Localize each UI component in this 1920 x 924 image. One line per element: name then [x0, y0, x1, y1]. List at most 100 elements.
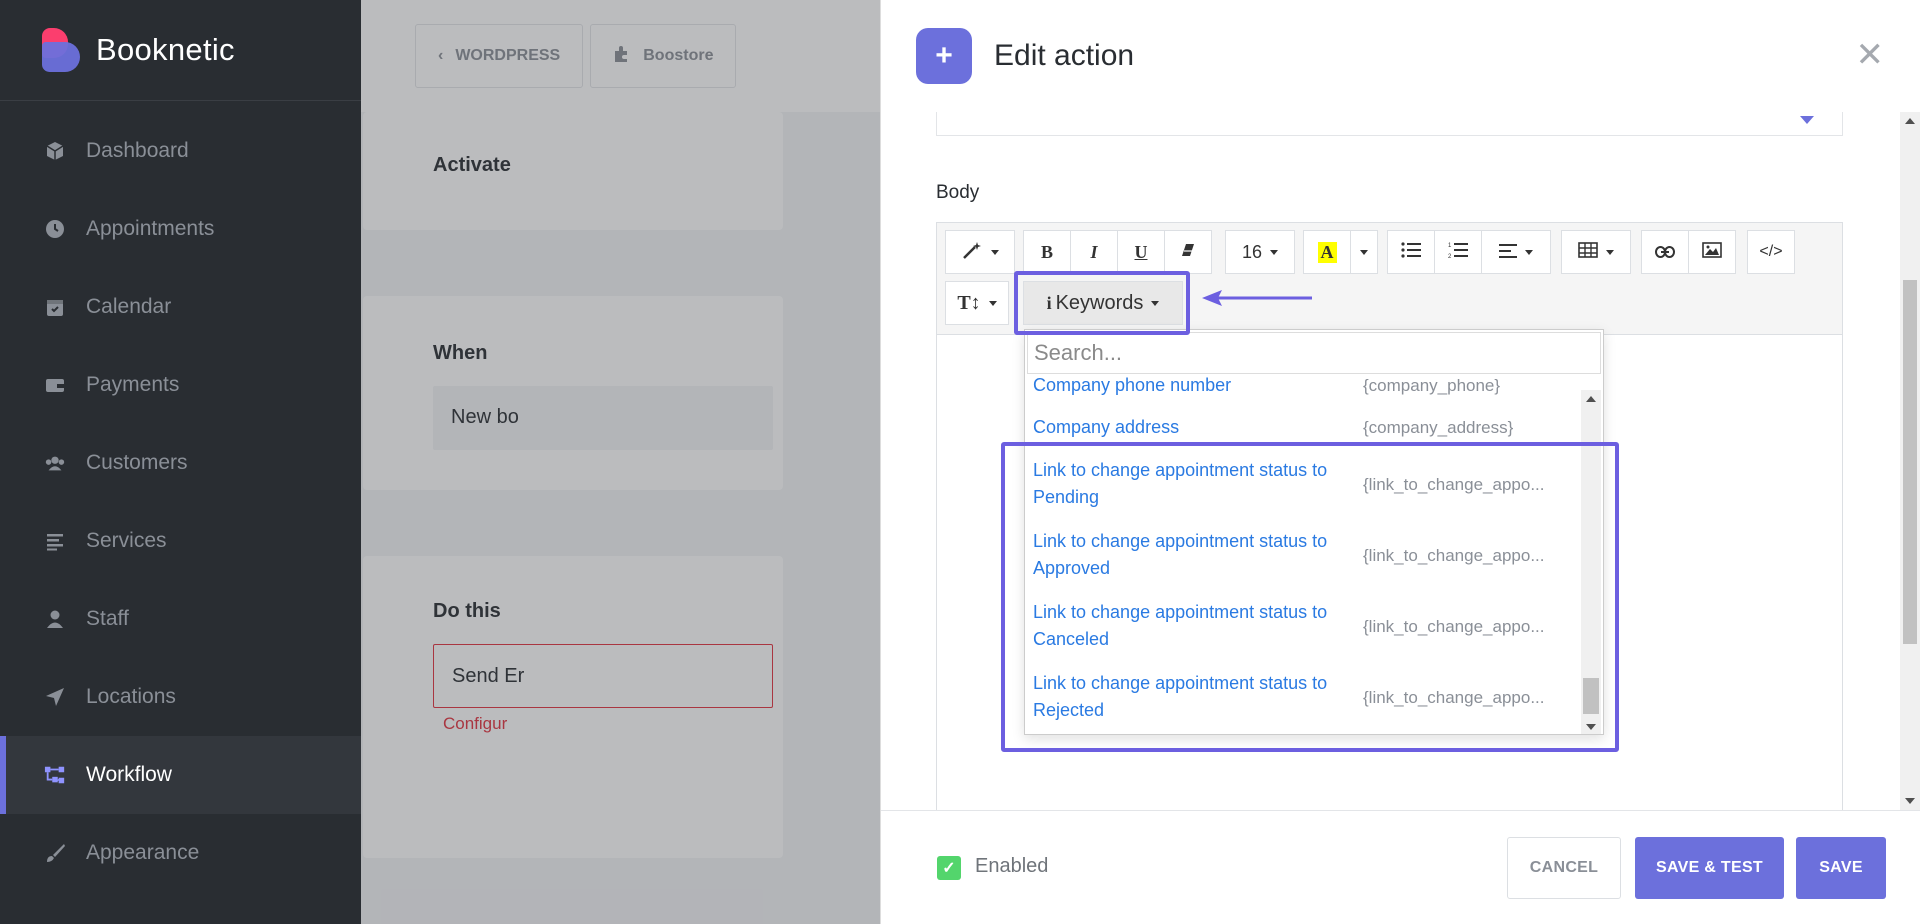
- underline-icon: U: [1134, 241, 1148, 262]
- italic-icon: I: [1090, 241, 1098, 262]
- style-magic-button[interactable]: [945, 230, 1015, 274]
- wallet-icon: [44, 374, 66, 396]
- sidebar-item-staff[interactable]: Staff: [0, 580, 361, 658]
- unordered-list-icon: [1401, 241, 1421, 263]
- sidebar-item-label: Appearance: [86, 841, 200, 864]
- svg-text:1: 1: [1448, 243, 1452, 249]
- sidebar: Booknetic Dashboard Appointments Calenda…: [0, 0, 361, 924]
- table-icon: [1578, 241, 1598, 263]
- clock-icon: [44, 218, 66, 240]
- ordered-list-button[interactable]: 12: [1434, 230, 1482, 274]
- enabled-label: Enabled: [975, 855, 1049, 877]
- keyword-item[interactable]: Company address {company_address}: [1033, 414, 1573, 441]
- caret-down-icon: [1270, 249, 1279, 255]
- caret-down-icon: [1360, 249, 1368, 255]
- save-and-test-button[interactable]: SAVE & TEST: [1635, 837, 1784, 899]
- sidebar-item-label: Dashboard: [86, 139, 189, 162]
- users-icon: [44, 452, 66, 474]
- link-icon: [1655, 242, 1675, 263]
- sidebar-item-payments[interactable]: Payments: [0, 346, 361, 424]
- modal-title: Edit action: [994, 39, 1135, 72]
- cancel-button[interactable]: CANCEL: [1507, 837, 1621, 899]
- close-icon[interactable]: ✕: [1856, 38, 1885, 72]
- location-arrow-icon: [44, 686, 66, 708]
- sidebar-item-services[interactable]: Services: [0, 502, 361, 580]
- text-color-button[interactable]: A: [1303, 230, 1351, 274]
- image-button[interactable]: [1688, 230, 1736, 274]
- image-icon: [1702, 241, 1722, 263]
- user-icon: [44, 608, 66, 630]
- sidebar-item-customers[interactable]: Customers: [0, 424, 361, 502]
- brand-name: Booknetic: [96, 32, 235, 67]
- eraser-button[interactable]: [1164, 230, 1212, 274]
- sidebar-item-workflow[interactable]: Workflow: [0, 736, 361, 814]
- calendar-icon: [44, 296, 66, 318]
- save-button[interactable]: SAVE: [1796, 837, 1886, 899]
- brand[interactable]: Booknetic: [0, 0, 361, 101]
- unordered-list-button[interactable]: [1387, 230, 1435, 274]
- text-height-button[interactable]: T↕: [945, 281, 1009, 325]
- caret-down-icon: [1800, 116, 1814, 124]
- align-button[interactable]: [1481, 230, 1551, 274]
- sidebar-item-label: Payments: [86, 373, 180, 396]
- status-links-highlight-box: [1001, 442, 1619, 752]
- ordered-list-icon: 12: [1448, 241, 1468, 264]
- scrollbar-thumb[interactable]: [1903, 280, 1917, 644]
- scroll-up-icon[interactable]: [1586, 396, 1596, 402]
- enabled-checkbox[interactable]: ✓: [937, 856, 961, 880]
- bold-button[interactable]: B: [1023, 230, 1071, 274]
- caret-down-icon: [1606, 249, 1614, 255]
- keyword-name: Company phone number: [1033, 376, 1232, 395]
- brand-logo: [42, 28, 80, 72]
- keyword-item[interactable]: Company phone number {company_phone}: [1033, 376, 1573, 399]
- font-size-button[interactable]: 16: [1225, 230, 1295, 274]
- workflow-icon: [44, 764, 66, 786]
- code-view-button[interactable]: </>: [1747, 230, 1795, 274]
- sidebar-item-label: Appointments: [86, 217, 215, 240]
- keyword-code: {company_phone}: [1363, 376, 1501, 395]
- code-icon: </>: [1759, 243, 1783, 260]
- keyword-search-input[interactable]: [1027, 332, 1601, 374]
- caret-down-icon: [988, 300, 997, 306]
- sidebar-item-label: Calendar: [86, 295, 172, 318]
- sidebar-item-label: Locations: [86, 685, 176, 708]
- keyword-name: Company address: [1033, 417, 1180, 437]
- sidebar-item-appearance[interactable]: Appearance: [0, 814, 361, 892]
- keywords-highlight-box: [1014, 271, 1190, 335]
- sidebar-item-label: Workflow: [86, 763, 172, 786]
- caret-down-icon: [991, 249, 999, 255]
- italic-button[interactable]: I: [1070, 230, 1118, 274]
- bold-icon: B: [1040, 241, 1053, 262]
- underline-button[interactable]: U: [1117, 230, 1165, 274]
- previous-select[interactable]: [936, 112, 1843, 136]
- sidebar-item-label: Customers: [86, 451, 188, 474]
- brush-icon: [44, 842, 66, 864]
- sidebar-item-dashboard[interactable]: Dashboard: [0, 112, 361, 190]
- sidebar-item-label: Services: [86, 529, 167, 552]
- align-left-icon: [1499, 242, 1517, 263]
- sidebar-item-calendar[interactable]: Calendar: [0, 268, 361, 346]
- table-button[interactable]: [1561, 230, 1631, 274]
- sidebar-item-label: Staff: [86, 607, 129, 630]
- eraser-icon: [1180, 242, 1196, 263]
- sidebar-item-appointments[interactable]: Appointments: [0, 190, 361, 268]
- arrow-left-icon: [1202, 290, 1312, 306]
- modal-scrollbar[interactable]: [1900, 112, 1920, 810]
- caret-down-icon: [1525, 249, 1533, 255]
- list-icon: [44, 530, 66, 552]
- svg-text:2: 2: [1448, 254, 1452, 259]
- check-icon: ✓: [942, 860, 956, 877]
- body-label: Body: [936, 182, 980, 203]
- text-height-icon: T↕: [957, 291, 981, 314]
- scroll-up-icon[interactable]: [1905, 118, 1915, 124]
- text-color-icon: A: [1317, 241, 1337, 263]
- sidebar-item-locations[interactable]: Locations: [0, 658, 361, 736]
- sidebar-nav: Dashboard Appointments Calendar Payments…: [0, 112, 361, 892]
- text-color-dropdown[interactable]: [1350, 230, 1378, 274]
- scroll-down-icon[interactable]: [1905, 798, 1915, 804]
- link-button[interactable]: [1641, 230, 1689, 274]
- magic-wand-icon: [961, 240, 983, 265]
- cube-icon: [44, 140, 66, 162]
- modal-header: + Edit action ✕: [881, 0, 1920, 112]
- modal-footer: ✓ Enabled CANCEL SAVE & TEST SAVE: [881, 810, 1920, 924]
